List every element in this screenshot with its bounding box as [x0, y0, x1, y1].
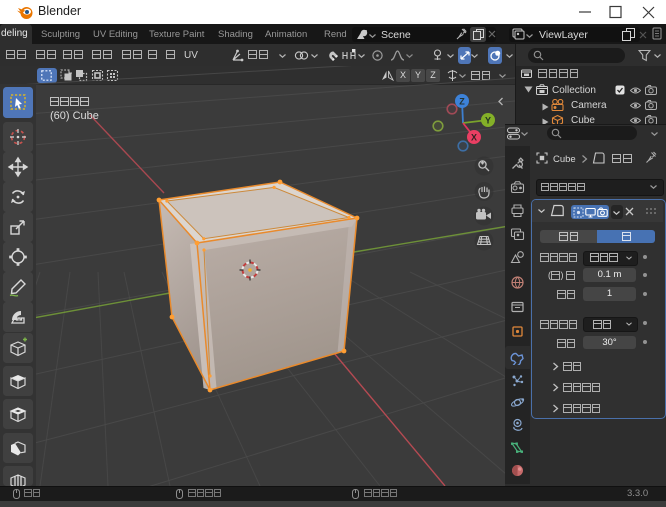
- svg-text:Z: Z: [459, 97, 465, 107]
- svg-text:X: X: [471, 133, 477, 143]
- svg-text:Y: Y: [485, 116, 491, 126]
